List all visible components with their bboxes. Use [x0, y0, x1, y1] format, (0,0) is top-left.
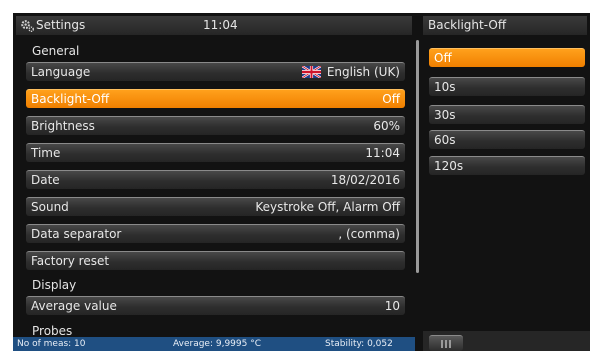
option-10s[interactable]: 10s [429, 77, 585, 96]
menu-handle[interactable] [429, 335, 463, 351]
gear-icon [21, 20, 35, 33]
setting-brightness[interactable]: Brightness 60% [26, 116, 405, 135]
option-120s[interactable]: 120s [429, 156, 585, 175]
setting-label: Sound [31, 200, 69, 214]
status-bar: No of meas: 10 Average: 9,9995 °C Stabil… [13, 337, 415, 351]
section-display: Display [32, 278, 77, 292]
section-probes: Probes [32, 324, 73, 337]
device-screen: Settings 11:04 General Language English … [13, 13, 590, 351]
status-measurements: No of meas: 10 [17, 339, 86, 349]
setting-value: Off [382, 92, 400, 106]
uk-flag-icon [301, 66, 321, 78]
setting-label: Factory reset [31, 254, 110, 268]
setting-value: , (comma) [338, 227, 400, 241]
setting-value: English (UK) [301, 63, 400, 82]
setting-label: Date [31, 173, 60, 187]
setting-backlight-off[interactable]: Backlight-Off Off [26, 89, 405, 108]
title-bar: Settings 11:04 [16, 16, 412, 35]
option-60s[interactable]: 60s [429, 130, 585, 149]
setting-data-separator[interactable]: Data separator , (comma) [26, 224, 405, 243]
setting-value: 10 [384, 299, 400, 313]
scrollbar[interactable] [416, 40, 419, 273]
setting-average-value[interactable]: Average value 10 [26, 296, 405, 315]
status-average: Average: 9,9995 °C [173, 339, 261, 349]
setting-time[interactable]: Time 11:04 [26, 143, 405, 162]
setting-factory-reset[interactable]: Factory reset [26, 251, 405, 270]
setting-value: 11:04 [365, 146, 400, 160]
setting-label: Time [31, 146, 61, 160]
setting-value: 60% [373, 119, 400, 133]
section-general: General [32, 44, 80, 58]
options-title: Backlight-Off [423, 16, 587, 35]
setting-value: Keystroke Off, Alarm Off [255, 200, 400, 214]
setting-value: 18/02/2016 [330, 173, 400, 187]
clock: 11:04 [203, 18, 238, 32]
setting-language[interactable]: Language English (UK) [26, 62, 405, 81]
option-30s[interactable]: 30s [429, 105, 585, 124]
setting-date[interactable]: Date 18/02/2016 [26, 170, 405, 189]
option-off[interactable]: Off [429, 48, 585, 67]
setting-label: Brightness [31, 119, 95, 133]
settings-panel: Settings 11:04 General Language English … [13, 13, 415, 337]
setting-label: Backlight-Off [31, 92, 110, 106]
setting-sound[interactable]: Sound Keystroke Off, Alarm Off [26, 197, 405, 216]
page-title: Settings [36, 18, 86, 32]
setting-label: Language [31, 65, 91, 79]
status-stability: Stability: 0,052 [325, 339, 393, 349]
setting-label: Data separator [31, 227, 122, 241]
setting-label: Average value [31, 299, 117, 313]
